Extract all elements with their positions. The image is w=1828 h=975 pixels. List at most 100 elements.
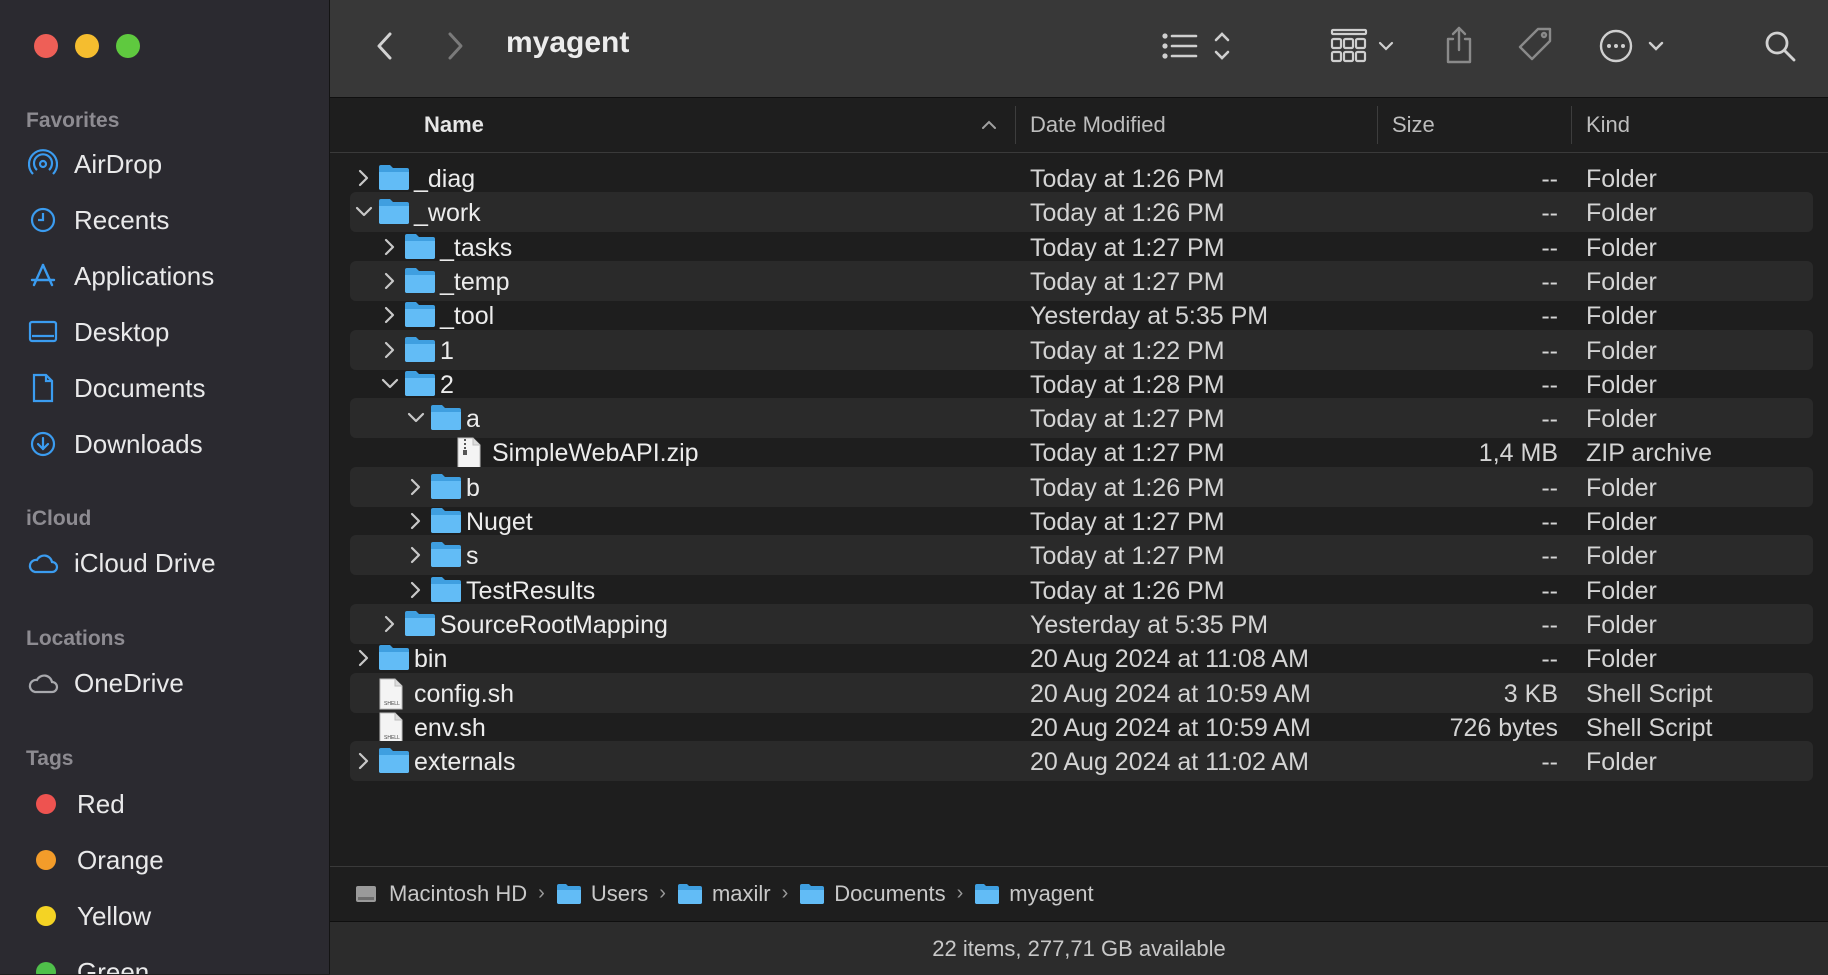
- file-date-modified: Today at 1:27 PM: [1030, 405, 1225, 434]
- file-name: 2: [440, 370, 454, 399]
- file-size: --: [1541, 645, 1558, 674]
- disclosure-collapsed-icon[interactable]: [406, 543, 426, 567]
- sidebar-item-onedrive[interactable]: OneDrive: [26, 661, 184, 705]
- disclosure-collapsed-icon[interactable]: [406, 509, 426, 533]
- file-name: _work: [414, 199, 481, 228]
- yellow-tag-dot-icon: [36, 906, 56, 926]
- search-button[interactable]: [1760, 26, 1800, 66]
- disclosure-expanded-icon[interactable]: [354, 200, 374, 224]
- view-options-button[interactable]: [1160, 26, 1240, 66]
- document-icon: [26, 371, 60, 405]
- breadcrumb-separator-icon: ›: [956, 882, 964, 904]
- tag-button[interactable]: [1516, 24, 1556, 66]
- folder-icon: [430, 540, 462, 570]
- file-date-modified: Today at 1:27 PM: [1030, 508, 1225, 536]
- minimize-window-button[interactable]: [75, 34, 99, 58]
- disclosure-collapsed-icon[interactable]: [406, 578, 426, 602]
- folder-icon: [404, 609, 436, 639]
- icloud-section-title: iCloud: [26, 507, 92, 530]
- disclosure-collapsed-icon[interactable]: [380, 269, 400, 293]
- breadcrumb-item[interactable]: Users: [556, 881, 648, 907]
- column-header-name[interactable]: Name: [424, 112, 484, 138]
- column-header-kind[interactable]: Kind: [1586, 112, 1630, 138]
- table-row[interactable]: externals 20 Aug 2024 at 11:02 AM -- Folder: [350, 741, 1813, 782]
- disclosure-collapsed-icon[interactable]: [354, 749, 374, 773]
- path-bar: Macintosh HD › Users › maxilr › Documents › myag…: [330, 866, 1828, 920]
- file-date-modified: 20 Aug 2024 at 10:59 AM: [1030, 679, 1311, 708]
- sidebar-item-label: Applications: [74, 260, 215, 291]
- folder-icon: [404, 300, 436, 330]
- file-kind: Folder: [1586, 542, 1657, 571]
- green-tag-dot-icon: [36, 962, 56, 974]
- share-button[interactable]: [1442, 24, 1476, 66]
- download-icon: [26, 427, 60, 461]
- window-title: myagent: [506, 26, 630, 59]
- status-bar: 22 items, 277,71 GB available: [330, 921, 1828, 975]
- breadcrumb-separator-icon: ›: [538, 882, 545, 904]
- sidebar-item-recents[interactable]: Recents: [26, 198, 169, 242]
- column-header-size[interactable]: Size: [1392, 112, 1435, 138]
- disclosure-expanded-icon[interactable]: [380, 372, 400, 396]
- sidebar-item-icloud-drive[interactable]: iCloud Drive: [26, 541, 216, 585]
- folder-icon: [404, 266, 436, 296]
- tags-section-title: Tags: [26, 747, 74, 770]
- breadcrumb-label: Documents: [834, 880, 946, 906]
- disclosure-collapsed-icon[interactable]: [380, 235, 400, 259]
- disclosure-collapsed-icon[interactable]: [354, 646, 374, 670]
- file-size: --: [1541, 576, 1558, 605]
- file-date-modified: Today at 1:26 PM: [1030, 165, 1225, 193]
- breadcrumb-item[interactable]: myagent: [974, 881, 1094, 907]
- breadcrumb-separator-icon: ›: [781, 882, 789, 904]
- file-size: --: [1541, 199, 1558, 228]
- share-icon: [1446, 26, 1472, 64]
- sidebar-tag-orange[interactable]: Orange: [26, 838, 164, 882]
- file-name: _tool: [440, 302, 495, 331]
- sort-ascending-icon: [982, 120, 996, 129]
- disclosure-collapsed-icon[interactable]: [380, 338, 400, 362]
- sidebar-tag-green[interactable]: Green: [26, 950, 149, 974]
- window-controls: [34, 34, 140, 58]
- column-header: Name Date Modified Size Kind: [330, 98, 1828, 153]
- file-name: b: [466, 473, 480, 502]
- zoom-window-button[interactable]: [116, 34, 140, 58]
- chevron-right-icon: [448, 32, 463, 60]
- cloud-icon: [26, 546, 60, 580]
- file-kind: ZIP archive: [1586, 439, 1712, 468]
- file-date-modified: Today at 1:26 PM: [1030, 576, 1225, 605]
- sidebar-item-desktop[interactable]: Desktop: [26, 310, 169, 354]
- folder-icon: [404, 335, 436, 365]
- folder-icon: [378, 164, 410, 193]
- sidebar-item-applications[interactable]: Applications: [26, 254, 214, 298]
- close-window-button[interactable]: [34, 34, 58, 58]
- forward-button[interactable]: [440, 28, 470, 64]
- breadcrumb-item[interactable]: Documents: [799, 880, 946, 907]
- file-date-modified: Today at 1:27 PM: [1030, 439, 1225, 468]
- file-name: bin: [414, 645, 448, 674]
- file-date-modified: 20 Aug 2024 at 10:59 AM: [1030, 713, 1311, 742]
- group-by-button[interactable]: [1330, 26, 1402, 66]
- sidebar-item-downloads[interactable]: Downloads: [26, 422, 203, 466]
- file-date-modified: Today at 1:27 PM: [1030, 267, 1225, 296]
- disclosure-collapsed-icon[interactable]: [354, 166, 374, 190]
- disclosure-collapsed-icon[interactable]: [380, 303, 400, 327]
- disclosure-collapsed-icon[interactable]: [380, 612, 400, 636]
- sidebar-item-documents[interactable]: Documents: [26, 366, 206, 410]
- sidebar-tag-yellow[interactable]: Yellow: [26, 894, 151, 938]
- file-kind: Folder: [1586, 336, 1657, 365]
- cloud-outline-icon: [26, 666, 60, 700]
- sidebar-item-label: Orange: [77, 844, 164, 875]
- file-name: SimpleWebAPI.zip: [492, 439, 699, 468]
- sidebar-item-airdrop[interactable]: AirDrop: [26, 142, 162, 186]
- more-actions-button[interactable]: [1598, 26, 1670, 66]
- breadcrumb-item[interactable]: Macintosh HD: [354, 881, 527, 907]
- column-header-date[interactable]: Date Modified: [1030, 112, 1166, 138]
- disclosure-collapsed-icon[interactable]: [406, 475, 426, 499]
- sidebar-tag-red[interactable]: Red: [26, 782, 125, 826]
- breadcrumb-item[interactable]: maxilr: [677, 881, 771, 907]
- disclosure-expanded-icon[interactable]: [406, 406, 426, 430]
- file-size: --: [1541, 233, 1558, 262]
- file-name: _temp: [440, 267, 510, 296]
- zip-file-icon: [456, 437, 488, 469]
- home-folder-icon: [677, 883, 703, 905]
- back-button[interactable]: [370, 28, 400, 64]
